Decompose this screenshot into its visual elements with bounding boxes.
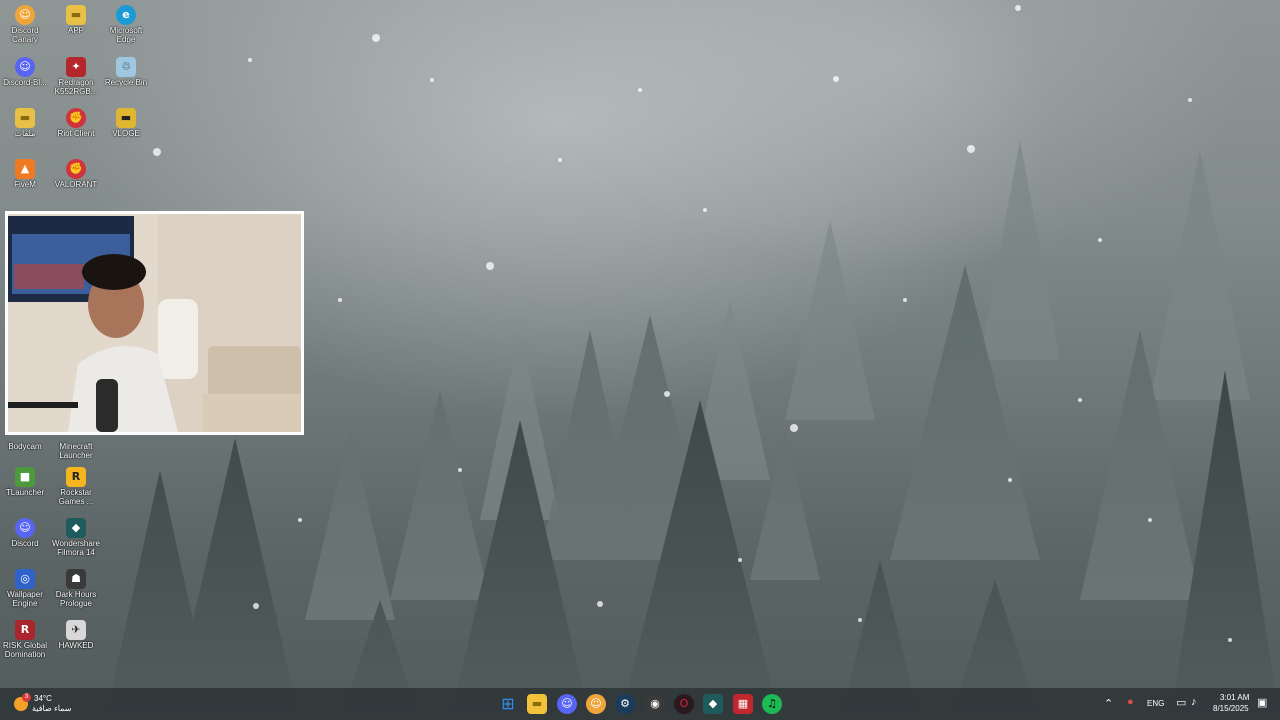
desktop-icon-hawked[interactable]: ✈ HAWKED (51, 617, 101, 650)
riot-icon: ✊ (66, 108, 86, 128)
desktop-icon-microsoft-edge[interactable]: e Microsoft Edge (101, 2, 151, 44)
weather-badge: 3 (22, 693, 31, 702)
spotify-icon[interactable]: ♫ (762, 694, 782, 714)
steam-icon[interactable]: ⚙ (615, 694, 635, 714)
hawked-icon: ✈ (66, 620, 86, 640)
obs-icon[interactable]: ◉ (645, 694, 665, 714)
network-icon[interactable]: ▭ (1176, 696, 1186, 709)
microphone-icon[interactable]: ● (1127, 696, 1134, 708)
desktop-icon-dark-hours[interactable]: ☗ Dark Hours Prologue (51, 566, 101, 608)
folder-icon: ▬ (15, 108, 35, 128)
notification-icon[interactable]: ▣ (1257, 696, 1267, 709)
weather-widget[interactable]: 3 34°C سماء صافية (10, 691, 90, 717)
discord-icon: ☺ (15, 57, 35, 77)
language-indicator[interactable]: ENG (1147, 699, 1164, 708)
edge-icon: e (116, 5, 136, 25)
clock-date[interactable]: 8/15/2025 (1213, 704, 1249, 713)
volume-icon[interactable]: ♪ (1191, 696, 1197, 708)
chevron-up-icon[interactable]: ⌃ (1104, 697, 1113, 710)
weather-condition: سماء صافية (32, 704, 72, 713)
dark-hours-icon: ☗ (66, 569, 86, 589)
folder-icon: ▬ (116, 108, 136, 128)
weather-temperature: 34°C (34, 694, 52, 703)
opera-gx-icon[interactable]: O (674, 694, 694, 714)
desktop-icon-discord-canary[interactable]: ☺ Discord Canary (0, 2, 50, 44)
desktop-icon-filmora[interactable]: ◆ Wondershare Filmora 14 (51, 515, 101, 557)
riot-icon: ✊ (66, 159, 86, 179)
desktop-icon-redragon[interactable]: ✦ Redragon K552RGB... (51, 54, 101, 96)
desktop-icon-vloge[interactable]: ▬ VLOGE (101, 105, 151, 138)
discord-icon[interactable]: ☺ (557, 694, 577, 714)
discord-canary-icon: ☺ (15, 5, 35, 25)
tlauncher-icon: ■ (15, 467, 35, 487)
desktop-icon-wallpaper-engine[interactable]: ◎ Wallpaper Engine (0, 566, 50, 608)
risk-icon: R (15, 620, 35, 640)
hawked-game-icon[interactable]: ▦ (733, 694, 753, 714)
desktop-icon-risk[interactable]: R RISK Global Domination (0, 617, 50, 659)
desktop-icon-discord-bl[interactable]: ☺ Discord-Bl... (0, 54, 50, 87)
discord-canary-icon[interactable]: ☺ (586, 694, 606, 714)
desktop-icon-discord[interactable]: ☺ Discord (0, 515, 50, 548)
desktop-icon-fivem[interactable]: ▲ FiveM (0, 156, 50, 189)
discord-icon: ☺ (15, 518, 35, 538)
start-button[interactable]: ⊞ (498, 694, 518, 714)
filmora-icon[interactable]: ◆ (703, 694, 723, 714)
webcam-overlay (5, 211, 304, 435)
webcam-feed-image (8, 214, 301, 432)
taskbar: 3 34°C سماء صافية ⊞ ▬ ☺ ☺ ⚙ ◉ O ◆ ▦ ♫ ⌃ … (0, 688, 1280, 720)
fivem-icon: ▲ (15, 159, 35, 179)
redragon-icon: ✦ (66, 57, 86, 77)
desktop-icon-riot-client[interactable]: ✊ Riot Client (51, 105, 101, 138)
desktop-icon-recycle-bin[interactable]: ♲ Recycle Bin (101, 54, 151, 87)
desktop-icon-app-folder[interactable]: ▬ APP (51, 2, 101, 35)
desktop-icon-rockstar-games[interactable]: R Rockstar Games ... (51, 464, 101, 506)
rockstar-icon: R (66, 467, 86, 487)
filmora-icon: ◆ (66, 518, 86, 538)
file-explorer-icon[interactable]: ▬ (527, 694, 547, 714)
folder-icon: ▬ (66, 5, 86, 25)
desktop-icon-valorant[interactable]: ✊ VALORANT (51, 156, 101, 189)
recycle-bin-icon: ♲ (116, 57, 136, 77)
desktop-icon-tlauncher[interactable]: ■ TLauncher (0, 464, 50, 497)
desktop-icon-files-folder[interactable]: ▬ ملفات (0, 105, 50, 138)
clock-time[interactable]: 3:01 AM (1220, 693, 1249, 702)
wallpaper-engine-icon: ◎ (15, 569, 35, 589)
